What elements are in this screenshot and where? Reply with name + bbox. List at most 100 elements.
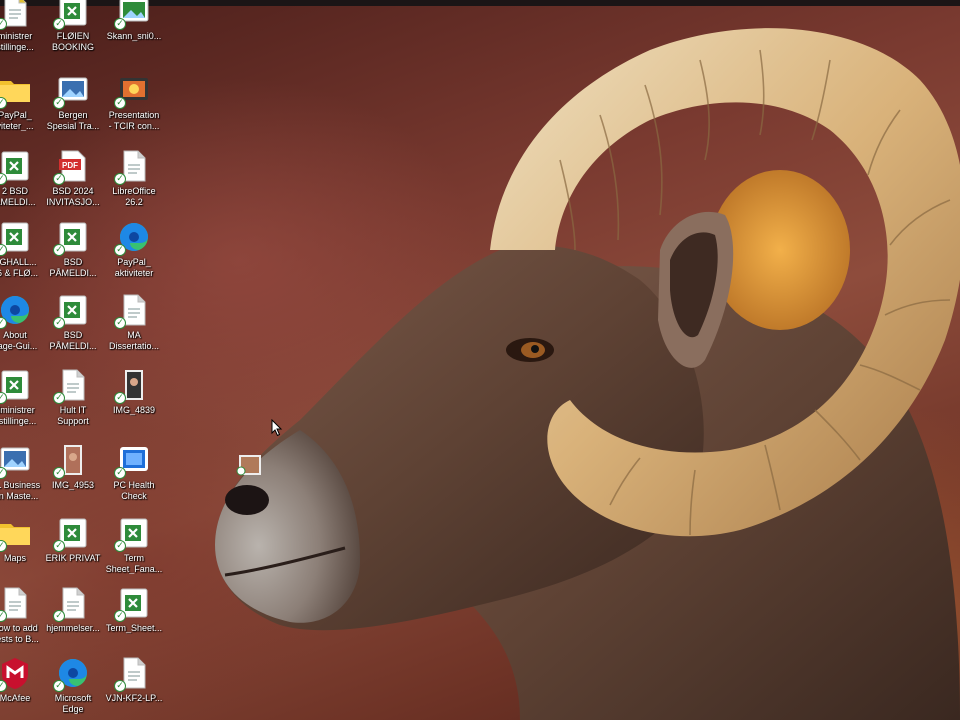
- spreadsheet-icon: ✓: [53, 516, 90, 552]
- onedrive-synced-check-icon: ✓: [114, 18, 126, 30]
- photo-icon: ✓: [114, 368, 151, 404]
- desktop-shortcut-label: IMG_4839: [112, 405, 156, 415]
- desktop-shortcut[interactable]: ✓ PC Health Check: [101, 441, 167, 515]
- onedrive-synced-check-icon: ✓: [0, 317, 7, 329]
- desktop-shortcut-label: Microsoft Edge: [54, 693, 92, 714]
- document-icon: ✓: [114, 149, 151, 185]
- dragged-photo-icon[interactable]: [235, 453, 265, 477]
- document-icon: ✓: [53, 586, 90, 622]
- onedrive-synced-check-icon: ✓: [114, 97, 126, 109]
- desktop-shortcut[interactable]: ✓ BSD PÅMELDI...: [40, 291, 106, 365]
- onedrive-synced-check-icon: ✓: [53, 244, 65, 256]
- desktop-shortcut[interactable]: ✓ Microsoft Edge: [40, 654, 106, 720]
- onedrive-synced-check-icon: ✓: [114, 467, 126, 479]
- desktop-shortcut-label: PC Health Check: [113, 480, 155, 501]
- onedrive-synced-check-icon: ✓: [53, 467, 65, 479]
- document-icon: ✓: [114, 656, 151, 692]
- mcafee-icon: ✓: [0, 656, 32, 692]
- desktop-shortcut-label: FLØIEN BOOKING: [51, 31, 94, 52]
- desktop[interactable]: ✓ministrer stillinge...✓FLØIEN BOOKING✓S…: [0, 0, 960, 720]
- desktop-shortcut-label: Presentation - TCIR con...: [108, 110, 160, 131]
- desktop-shortcut[interactable]: ✓ IMG_4953: [40, 441, 106, 515]
- onedrive-synced-check-icon: ✓: [0, 467, 7, 479]
- onedrive-synced-check-icon: ✓: [53, 317, 65, 329]
- onedrive-synced-check-icon: ✓: [0, 680, 7, 692]
- presentation-icon: ✓: [114, 73, 151, 109]
- document-icon: ✓: [0, 586, 32, 622]
- mouse-pointer-icon: [271, 419, 283, 437]
- spreadsheet-icon: ✓: [114, 516, 151, 552]
- onedrive-synced-check-icon: ✓: [0, 244, 7, 256]
- onedrive-synced-check-icon: ✓: [114, 173, 126, 185]
- svg-text:PDF: PDF: [62, 161, 78, 170]
- folder-icon: ✓: [0, 73, 32, 109]
- desktop-shortcut-label: VJN-KF2-LP...: [105, 693, 163, 703]
- desktop-shortcut-label: Hult IT Support: [57, 405, 89, 426]
- desktop-shortcut-label: MA Dissertatio...: [108, 330, 159, 351]
- desktop-shortcut[interactable]: ✓ Skann_sni0...: [101, 0, 167, 66]
- desktop-shortcut[interactable]: ✓ BSD PÅMELDI...: [40, 218, 106, 292]
- desktop-shortcut[interactable]: ✓ MA Dissertatio...: [101, 291, 167, 365]
- spreadsheet-icon: ✓: [114, 586, 151, 622]
- onedrive-synced-check-icon: ✓: [53, 540, 65, 552]
- pc-health-icon: ✓: [114, 443, 151, 479]
- desktop-shortcut-label: BSD 2024 INVITASJO...: [46, 186, 100, 207]
- spreadsheet-icon: ✓: [53, 220, 90, 256]
- desktop-shortcut[interactable]: ✓ PayPal_ aktiviteter: [101, 218, 167, 292]
- desktop-shortcut-label: PayPal_ aktiviteter: [114, 257, 154, 278]
- desktop-shortcut-label: LibreOffice 26.2: [112, 186, 156, 207]
- desktop-shortcut[interactable]: ✓ Term Sheet_Fana...: [101, 514, 167, 588]
- desktop-shortcut[interactable]: PDF ✓ BSD 2024 INVITASJO...: [40, 147, 106, 221]
- desktop-shortcut-label: BSD PÅMELDI...: [49, 330, 97, 351]
- spreadsheet-icon: ✓: [53, 0, 90, 30]
- desktop-shortcut-label: Skann_sni0...: [106, 31, 162, 41]
- edge-icon: ✓: [114, 220, 151, 256]
- pdf-icon: PDF ✓: [53, 149, 90, 185]
- onedrive-synced-check-icon: ✓: [0, 610, 7, 622]
- onedrive-synced-check-icon: ✓: [114, 540, 126, 552]
- spreadsheet-icon: ✓: [53, 293, 90, 329]
- photo-icon: ✓: [53, 443, 90, 479]
- onedrive-synced-check-icon: ✓: [0, 97, 7, 109]
- desktop-shortcut-label: Term Sheet_Fana...: [105, 553, 163, 574]
- onedrive-synced-check-icon: ✓: [0, 173, 7, 185]
- desktop-shortcut[interactable]: ✓ Bergen Spesial Tra...: [40, 71, 106, 145]
- spreadsheet-icon: ✓: [0, 368, 32, 404]
- onedrive-synced-check-icon: ✓: [114, 392, 126, 404]
- onedrive-synced-check-icon: ✓: [53, 392, 65, 404]
- onedrive-synced-check-icon: ✓: [0, 392, 7, 404]
- onedrive-synced-check-icon: ✓: [0, 540, 7, 552]
- onedrive-synced-check-icon: ✓: [114, 680, 126, 692]
- onedrive-synced-check-icon: ✓: [114, 610, 126, 622]
- desktop-shortcut-label: IMG_4953: [51, 480, 95, 490]
- desktop-shortcut[interactable]: ✓ ERIK PRIVAT: [40, 514, 106, 588]
- onedrive-synced-check-icon: ✓: [53, 610, 65, 622]
- desktop-shortcut[interactable]: ✓ Term_Sheet...: [101, 584, 167, 658]
- desktop-shortcut[interactable]: ✓ FLØIEN BOOKING: [40, 0, 106, 66]
- onedrive-synced-check-icon: ✓: [53, 18, 65, 30]
- desktop-shortcut[interactable]: ✓ IMG_4839: [101, 366, 167, 440]
- desktop-shortcut[interactable]: ✓ VJN-KF2-LP...: [101, 654, 167, 720]
- desktop-shortcut[interactable]: ✓ LibreOffice 26.2: [101, 147, 167, 221]
- onedrive-synced-check-icon: ✓: [114, 244, 126, 256]
- desktop-shortcut-label: Bergen Spesial Tra...: [46, 110, 100, 131]
- image-file-icon: ✓: [0, 443, 32, 479]
- onedrive-synced-check-icon: ✓: [53, 173, 65, 185]
- desktop-shortcut-label: ERIK PRIVAT: [45, 553, 101, 563]
- onedrive-synced-check-icon: ✓: [114, 317, 126, 329]
- desktop-shortcut[interactable]: ✓ Hult IT Support: [40, 366, 106, 440]
- spreadsheet-icon: ✓: [0, 220, 32, 256]
- desktop-shortcut[interactable]: ✓ Presentation - TCIR con...: [101, 71, 167, 145]
- onedrive-synced-check-icon: ✓: [53, 680, 65, 692]
- desktop-shortcut[interactable]: ✓ hjemmelser...: [40, 584, 106, 658]
- edge-icon: ✓: [53, 656, 90, 692]
- desktop-shortcut-label: hjemmelser...: [46, 623, 100, 633]
- onedrive-synced-check-icon: ✓: [0, 18, 7, 30]
- document-icon: ✓: [114, 293, 151, 329]
- desktop-shortcut-label: BSD PÅMELDI...: [49, 257, 97, 278]
- document-icon: ✓: [0, 0, 32, 30]
- edge-icon: ✓: [0, 293, 32, 329]
- image-file-icon: ✓: [114, 0, 151, 30]
- desktop-shortcut-label: Term_Sheet...: [105, 623, 163, 633]
- onedrive-synced-check-icon: ✓: [53, 97, 65, 109]
